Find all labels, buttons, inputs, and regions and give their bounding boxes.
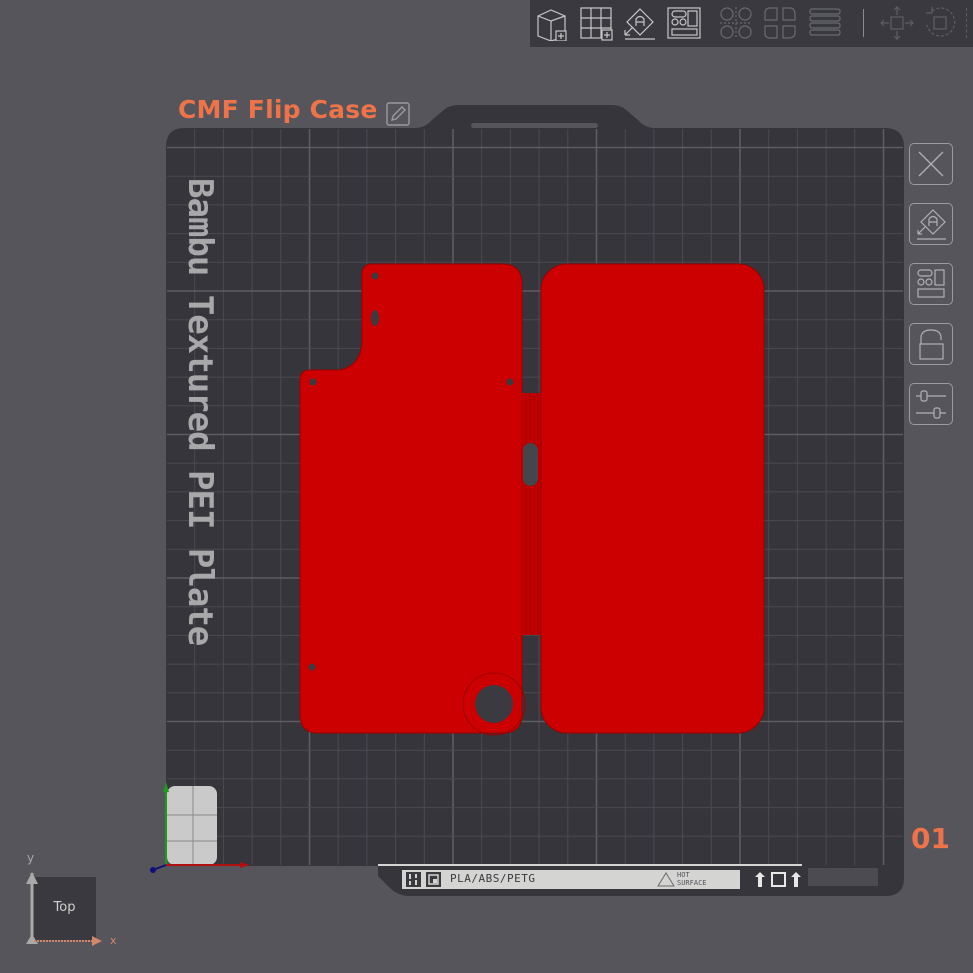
orient-icon [917,209,946,240]
arrange-icon [917,269,945,298]
hot-surface-warning: HOT SURFACE [677,871,707,887]
view-y-arrow [26,872,38,884]
screw-hole [308,663,316,671]
lock-plate-button[interactable] [909,323,953,365]
edit-plate-name-button[interactable] [386,102,410,126]
remove-plate-button[interactable] [909,143,953,185]
axis-y-label: y [27,851,35,865]
plate-settings-button[interactable] [909,383,953,425]
view-origin-marker [26,934,38,944]
arrange-plate-button[interactable] [909,263,953,305]
case-front-part[interactable] [540,263,765,734]
camera-hole [475,685,513,723]
warning-line-2: SURFACE [677,879,707,887]
view-x-arrow [92,936,102,946]
plate-title: CMF Flip Case [178,95,378,124]
plate-number: 01 [911,822,950,855]
warning-line-1: HOT [677,871,690,879]
view-axes [26,872,102,946]
pencil-icon [386,102,410,126]
warning-icon [657,872,675,887]
close-icon [918,151,944,177]
plate-direction-icons [755,872,801,887]
build-plate[interactable] [0,0,973,973]
origin-block [167,786,217,865]
plate-edge-highlight [378,864,802,866]
z-axis-dot [150,867,156,873]
screw-hole [506,378,514,386]
plate-type-label: Bambu Textured PEI Plate [180,178,220,646]
hinge-slot [523,443,538,486]
plate-handle-slot [471,123,598,128]
sliders-icon [916,390,946,419]
unlock-icon [919,329,944,360]
screw-hole [371,272,379,280]
button-slot [371,310,379,326]
axis-x-label: x [110,934,117,947]
plate-info-strip: PLA/ABS/PETG HOT SURFACE [402,870,740,889]
auto-orient-plate-button[interactable] [909,203,953,245]
bambu-logo-icon [406,872,421,887]
screw-hole [309,378,317,386]
plate-materials: PLA/ABS/PETG [450,872,536,885]
textured-plate-icon [426,872,441,887]
